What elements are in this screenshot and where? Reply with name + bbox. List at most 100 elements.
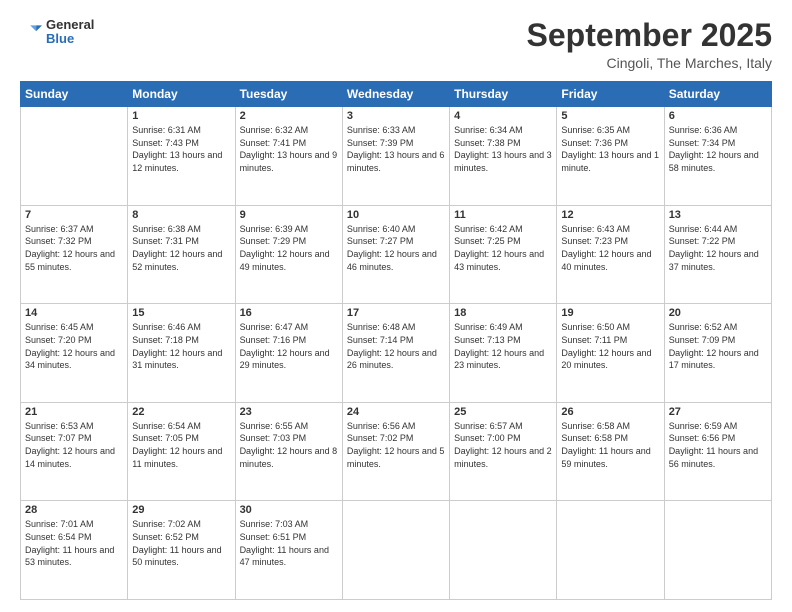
sunset-text: Sunset: 7:36 PM [561, 138, 628, 148]
sunrise-text: Sunrise: 6:33 AM [347, 125, 416, 135]
table-row: 3 Sunrise: 6:33 AM Sunset: 7:39 PM Daylight… [342, 107, 449, 206]
sunrise-text: Sunrise: 6:39 AM [240, 224, 309, 234]
sunset-text: Sunset: 6:51 PM [240, 532, 307, 542]
day-info: Sunrise: 6:59 AMSunset: 6:56 PMDaylight:… [669, 420, 767, 470]
col-tuesday: Tuesday [235, 82, 342, 107]
day-number: 4 [454, 110, 552, 122]
title-block: September 2025 Cingoli, The Marches, Ita… [527, 18, 772, 71]
sunrise-text: Sunrise: 6:32 AM [240, 125, 309, 135]
sunrise-text: Sunrise: 6:37 AM [25, 224, 94, 234]
sunrise-text: Sunrise: 6:55 AM [240, 421, 309, 431]
day-number: 11 [454, 209, 552, 221]
table-row: 11Sunrise: 6:42 AMSunset: 7:25 PMDayligh… [450, 205, 557, 304]
table-row: 7 Sunrise: 6:37 AMSunset: 7:32 PMDaylight… [21, 205, 128, 304]
sunset-text: Sunset: 7:00 PM [454, 433, 521, 443]
day-number: 16 [240, 307, 338, 319]
day-number: 24 [347, 406, 445, 418]
day-number: 28 [25, 504, 123, 516]
header: General Blue September 2025 Cingoli, The… [20, 18, 772, 71]
day-info: Sunrise: 6:33 AM Sunset: 7:39 PM Daylight:… [347, 124, 445, 174]
day-info: Sunrise: 6:37 AMSunset: 7:32 PMDaylight:… [25, 223, 123, 273]
day-number: 15 [132, 307, 230, 319]
daylight-text: Daylight: 12 hours and 20 minutes. [561, 348, 651, 371]
subtitle: Cingoli, The Marches, Italy [527, 55, 772, 71]
daylight-text: Daylight: 13 hours and 3 minutes. [454, 150, 552, 173]
day-info: Sunrise: 7:01 AMSunset: 6:54 PMDaylight:… [25, 518, 123, 568]
sunrise-text: Sunrise: 6:45 AM [25, 322, 94, 332]
day-info: Sunrise: 6:39 AMSunset: 7:29 PMDaylight:… [240, 223, 338, 273]
day-number: 5 [561, 110, 659, 122]
day-number: 23 [240, 406, 338, 418]
daylight-text: Daylight: 12 hours and 31 minutes. [132, 348, 222, 371]
day-info: Sunrise: 6:55 AMSunset: 7:03 PMDaylight:… [240, 420, 338, 470]
table-row: 12Sunrise: 6:43 AMSunset: 7:23 PMDayligh… [557, 205, 664, 304]
table-row: 21Sunrise: 6:53 AMSunset: 7:07 PMDayligh… [21, 402, 128, 501]
sunrise-text: Sunrise: 6:36 AM [669, 125, 738, 135]
sunrise-text: Sunrise: 6:56 AM [347, 421, 416, 431]
table-row: 16Sunrise: 6:47 AMSunset: 7:16 PMDayligh… [235, 304, 342, 403]
daylight-text: Daylight: 12 hours and 55 minutes. [25, 249, 115, 272]
daylight-text: Daylight: 13 hours and 12 minutes. [132, 150, 222, 173]
logo: General Blue [20, 18, 94, 47]
day-number: 8 [132, 209, 230, 221]
day-number: 20 [669, 307, 767, 319]
sunset-text: Sunset: 6:58 PM [561, 433, 628, 443]
sunset-text: Sunset: 7:05 PM [132, 433, 199, 443]
day-info: Sunrise: 6:31 AMSunset: 7:43 PMDaylight:… [132, 124, 230, 174]
table-row: 20 Sunrise: 6:52 AMSunset: 7:09 PMDayligh… [664, 304, 771, 403]
col-sunday: Sunday [21, 82, 128, 107]
daylight-text: Daylight: 12 hours and 29 minutes. [240, 348, 330, 371]
daylight-text: Daylight: 11 hours and 50 minutes. [132, 545, 221, 568]
day-number: 22 [132, 406, 230, 418]
daylight-text: Daylight: 12 hours and 5 minutes. [347, 446, 445, 469]
day-info: Sunrise: 6:43 AMSunset: 7:23 PMDaylight:… [561, 223, 659, 273]
sunset-text: Sunset: 7:27 PM [347, 236, 414, 246]
col-wednesday: Wednesday [342, 82, 449, 107]
sunrise-text: Sunrise: 6:58 AM [561, 421, 630, 431]
sunrise-text: Sunrise: 6:42 AM [454, 224, 523, 234]
daylight-text: Daylight: 12 hours and 14 minutes. [25, 446, 115, 469]
table-row: 27Sunrise: 6:59 AMSunset: 6:56 PMDayligh… [664, 402, 771, 501]
daylight-text: Daylight: 12 hours and 58 minutes. [669, 150, 759, 173]
table-row: 23 Sunrise: 6:55 AMSunset: 7:03 PMDayligh… [235, 402, 342, 501]
daylight-text: Daylight: 12 hours and 40 minutes. [561, 249, 651, 272]
day-info: Sunrise: 6:48 AMSunset: 7:14 PMDaylight:… [347, 321, 445, 371]
table-row [342, 501, 449, 600]
daylight-text: Daylight: 11 hours and 56 minutes. [669, 446, 758, 469]
table-row: 10Sunrise: 6:40 AMSunset: 7:27 PMDayligh… [342, 205, 449, 304]
table-row: 14Sunrise: 6:45 AMSunset: 7:20 PMDayligh… [21, 304, 128, 403]
daylight-text: Daylight: 11 hours and 59 minutes. [561, 446, 650, 469]
day-number: 19 [561, 307, 659, 319]
sunrise-text: Sunrise: 7:01 AM [25, 519, 94, 529]
calendar-week-row: 1Sunrise: 6:31 AMSunset: 7:43 PMDaylight… [21, 107, 772, 206]
day-info: Sunrise: 7:03 AMSunset: 6:51 PMDaylight:… [240, 518, 338, 568]
sunrise-text: Sunrise: 6:49 AM [454, 322, 523, 332]
sunrise-text: Sunrise: 6:47 AM [240, 322, 309, 332]
sunset-text: Sunset: 7:02 PM [347, 433, 414, 443]
sunset-text: Sunset: 7:29 PM [240, 236, 307, 246]
sunrise-text: Sunrise: 7:02 AM [132, 519, 201, 529]
day-info: Sunrise: 6:36 AMSunset: 7:34 PMDaylight:… [669, 124, 767, 174]
day-number: 14 [25, 307, 123, 319]
sunrise-text: Sunrise: 6:31 AM [132, 125, 201, 135]
sunset-text: Sunset: 7:39 PM [347, 138, 414, 148]
sunset-text: Sunset: 7:11 PM [561, 335, 627, 345]
daylight-text: Daylight: 12 hours and 52 minutes. [132, 249, 222, 272]
day-info: Sunrise: 6:44 AMSunset: 7:22 PMDaylight:… [669, 223, 767, 273]
daylight-text: Daylight: 13 hours and 6 minutes. [347, 150, 445, 173]
day-number: 13 [669, 209, 767, 221]
daylight-text: Daylight: 12 hours and 8 minutes. [240, 446, 338, 469]
table-row: 25Sunrise: 6:57 AMSunset: 7:00 PMDayligh… [450, 402, 557, 501]
day-number: 3 [347, 110, 445, 122]
day-info: Sunrise: 6:52 AMSunset: 7:09 PMDaylight:… [669, 321, 767, 371]
day-number: 7 [25, 209, 123, 221]
sunset-text: Sunset: 7:14 PM [347, 335, 414, 345]
day-info: Sunrise: 6:34 AMSunset: 7:38 PMDaylight:… [454, 124, 552, 174]
day-info: Sunrise: 6:56 AM Sunset: 7:02 PM Daylight:… [347, 420, 445, 470]
sunrise-text: Sunrise: 6:38 AM [132, 224, 201, 234]
daylight-text: Daylight: 12 hours and 26 minutes. [347, 348, 437, 371]
daylight-text: Daylight: 12 hours and 46 minutes. [347, 249, 437, 272]
table-row [557, 501, 664, 600]
sunset-text: Sunset: 7:31 PM [132, 236, 199, 246]
sunset-text: Sunset: 7:38 PM [454, 138, 521, 148]
